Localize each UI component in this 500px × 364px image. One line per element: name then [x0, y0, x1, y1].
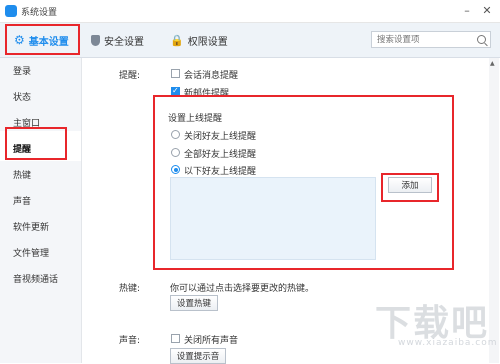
sidebar-item-update[interactable]: 软件更新: [13, 220, 49, 233]
search-box[interactable]: [371, 31, 491, 48]
mute-all-checkbox[interactable]: [171, 334, 180, 343]
radio-all-online-label: 全部好友上线提醒: [184, 150, 257, 160]
sound-label: 声音:: [119, 336, 141, 346]
set-sound-button[interactable]: 设置提示音: [170, 348, 226, 364]
tab-label: 权限设置: [187, 36, 228, 48]
sidebar-item-sound[interactable]: 声音: [13, 194, 31, 207]
sidebar-item-login[interactable]: 登录: [13, 64, 31, 77]
hotkey-label: 热键:: [119, 284, 141, 294]
scrollbar[interactable]: [489, 58, 499, 363]
window-title: 系统设置: [21, 8, 58, 18]
session-reminder-checkbox[interactable]: [171, 69, 180, 78]
title-bar: [0, 0, 500, 23]
sidebar-item-av-call[interactable]: 音视频通话: [13, 272, 58, 285]
search-icon[interactable]: [477, 35, 486, 44]
sidebar-item-hotkey[interactable]: 热键: [13, 168, 31, 181]
hotkey-description: 你可以通过点击选择要更改的热键。: [170, 284, 315, 294]
tab-security-settings[interactable]: 安全设置: [91, 30, 144, 50]
radio-close-online[interactable]: [171, 130, 180, 139]
scroll-up-icon[interactable]: ▲: [490, 60, 495, 67]
online-reminder-title: 设置上线提醒: [168, 114, 223, 124]
watermark-url: www.xiazaiba.com: [398, 338, 498, 348]
highlight-box-tab: [5, 24, 80, 55]
tab-label: 安全设置: [104, 36, 144, 48]
set-hotkey-button[interactable]: 设置热键: [170, 295, 218, 311]
mute-all-label: 关闭所有声音: [184, 336, 239, 346]
friend-list-box[interactable]: [170, 177, 376, 260]
lock-icon: 🔒: [170, 33, 184, 47]
highlight-box-add: [381, 173, 439, 202]
highlight-box-sidebar: [5, 127, 67, 160]
search-input[interactable]: [372, 32, 471, 47]
close-icon[interactable]: ✕: [480, 3, 494, 17]
shield-icon: [91, 34, 100, 46]
app-logo-icon: [5, 5, 17, 17]
minimize-icon[interactable]: –: [460, 3, 474, 17]
radio-close-online-label: 关闭好友上线提醒: [184, 132, 257, 142]
session-reminder-label: 会话消息提醒: [184, 71, 239, 81]
sidebar-item-status[interactable]: 状态: [13, 90, 31, 103]
tab-permission-settings[interactable]: 🔒 权限设置: [170, 30, 228, 50]
sidebar-item-file-management[interactable]: 文件管理: [13, 246, 49, 259]
radio-all-online[interactable]: [171, 148, 180, 157]
sidebar: [0, 58, 82, 363]
reminder-label: 提醒:: [119, 71, 141, 81]
radio-following-online[interactable]: [171, 165, 180, 174]
radio-following-online-label: 以下好友上线提醒: [184, 167, 257, 177]
